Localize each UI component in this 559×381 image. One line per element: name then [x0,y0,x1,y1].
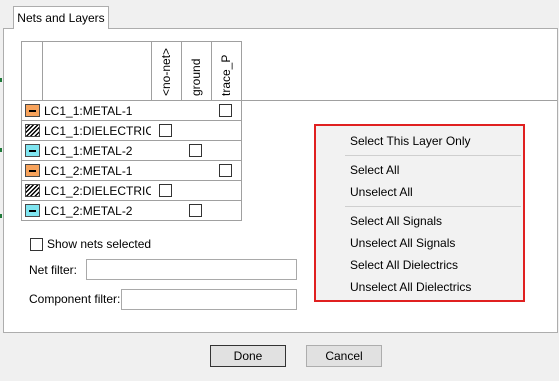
layer-name: LC1_2:METAL-1 [44,164,133,178]
menu-item-select-this-layer-only[interactable]: Select This Layer Only [350,133,471,149]
layer-name: LC1_1:METAL-1 [44,104,133,118]
column-label: <no-net> [158,47,173,96]
net-cell[interactable] [211,161,242,181]
net-cell[interactable] [151,121,182,141]
menu-item-unselect-all-dielectrics[interactable]: Unselect All Dielectrics [350,279,471,295]
net-cell[interactable] [181,141,212,161]
column-header-no-net[interactable]: <no-net> [151,41,182,101]
layer-name: LC1_2:DIELECTRIC-1 [44,184,165,198]
menu-item-select-all[interactable]: Select All [350,162,399,178]
metal-cyan-icon [25,144,40,157]
net-cell[interactable] [211,181,242,201]
layer-swatch-cell [21,201,43,221]
metal-cyan-icon [25,204,40,217]
dash-icon [29,150,36,152]
tab-nets-and-layers[interactable]: Nets and Layers [13,6,109,29]
dash-icon [29,110,36,112]
layer-name: LC1_2:METAL-2 [44,204,133,218]
net-cell[interactable] [151,101,182,121]
edge-marker [0,78,2,82]
layer-swatch-cell [21,141,43,161]
net-cell[interactable] [181,161,212,181]
component-filter-input[interactable] [121,289,297,310]
net-cell[interactable] [151,201,182,221]
net-cell[interactable] [151,141,182,161]
menu-item-select-all-dielectrics[interactable]: Select All Dielectrics [350,257,458,273]
net-cell[interactable] [181,201,212,221]
layer-row[interactable]: LC1_1:METAL-2 [42,141,152,161]
net-cell[interactable] [151,181,182,201]
net-checkbox[interactable] [189,204,202,217]
component-filter-label: Component filter: [29,292,121,306]
layer-swatch-cell [21,181,43,201]
net-filter-input[interactable] [86,259,297,280]
layer-name: LC1_1:METAL-2 [44,144,133,158]
net-cell[interactable] [181,181,212,201]
layer-swatch-cell [21,101,43,121]
layer-name: LC1_1:DIELECTRIC-1 [44,124,165,138]
dash-icon [29,210,36,212]
column-label: ground [188,58,203,96]
net-checkbox[interactable] [159,124,172,137]
layer-row[interactable]: LC1_1:METAL-1 [42,101,152,121]
layer-row[interactable]: LC1_2:DIELECTRIC-1 [42,181,165,201]
column-header-ground[interactable]: ground [181,41,212,101]
net-checkbox[interactable] [189,144,202,157]
grid-corner-header [42,41,152,101]
metal-orange-icon [25,104,40,117]
net-checkbox[interactable] [219,104,232,117]
net-checkbox[interactable] [219,164,232,177]
grid-line [241,100,557,101]
menu-item-select-all-signals[interactable]: Select All Signals [350,213,442,229]
edge-marker [0,148,2,152]
edge-marker [0,214,2,218]
net-cell[interactable] [211,141,242,161]
show-nets-label: Show nets selected [47,237,152,251]
layer-row[interactable]: LC1_2:METAL-1 [42,161,152,181]
dash-icon [29,170,36,172]
net-cell[interactable] [211,201,242,221]
column-header-trace-p[interactable]: trace_P [211,41,242,101]
menu-item-unselect-all[interactable]: Unselect All [350,184,413,200]
metal-orange-icon [25,164,40,177]
net-cell[interactable] [181,121,212,141]
menu-separator [345,155,521,156]
menu-item-unselect-all-signals[interactable]: Unselect All Signals [350,235,455,251]
layer-row[interactable]: LC1_2:METAL-2 [42,201,152,221]
net-filter-label: Net filter: [29,263,78,277]
cancel-button[interactable]: Cancel [306,345,382,367]
dielectric-hatch-icon [25,184,40,197]
done-button[interactable]: Done [210,345,286,367]
layer-swatch-cell [21,161,43,181]
layer-row[interactable]: LC1_1:DIELECTRIC-1 [42,121,165,141]
net-checkbox[interactable] [159,184,172,197]
net-cell[interactable] [181,101,212,121]
menu-separator [345,206,521,207]
net-cell[interactable] [211,121,242,141]
show-nets-checkbox[interactable] [30,238,43,251]
dielectric-hatch-icon [25,124,40,137]
layer-swatch-cell [21,121,43,141]
net-cell[interactable] [151,161,182,181]
column-label: trace_P [218,54,233,96]
net-cell[interactable] [211,101,242,121]
grid-corner-left [21,41,43,101]
